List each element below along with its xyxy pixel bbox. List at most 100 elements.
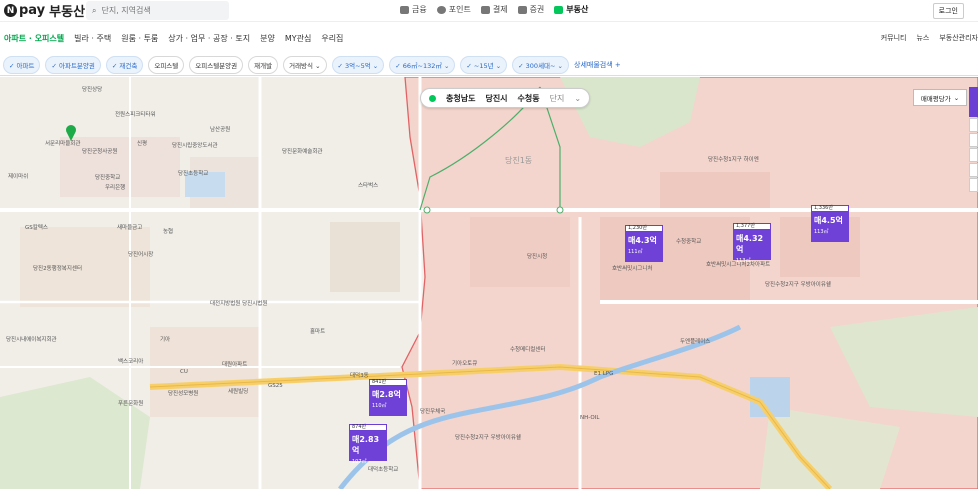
filter-officetel[interactable]: 오피스텔 xyxy=(148,56,185,74)
map-place-label: 당진성모병원 xyxy=(168,391,199,397)
login-button[interactable]: 로그인 xyxy=(932,3,964,19)
marker-count: 1,336만 xyxy=(811,205,849,212)
category-nav: 아파트 · 오피스텔 빌라 · 주택 원룸 · 투룸 상가 · 업무 · 공장 … xyxy=(0,27,978,49)
complex-price-marker[interactable]: 841만 매2.8억 110㎡ xyxy=(369,379,407,416)
search-box[interactable]: ⌕ xyxy=(86,1,229,20)
folder-icon xyxy=(400,5,409,14)
map-place-label: 전원스피크티타워 xyxy=(115,112,156,118)
map-place-label: 수청중학교 xyxy=(676,239,702,245)
province-select[interactable]: 충청남도 xyxy=(446,93,475,104)
dong-select[interactable]: 수청동 xyxy=(518,93,540,104)
map-place-label: 홀마트 xyxy=(310,329,326,335)
location-pin-icon xyxy=(429,94,436,102)
point-icon xyxy=(436,5,446,14)
service-label: 금융 xyxy=(412,5,427,14)
service-point[interactable]: 포인트 xyxy=(436,4,471,15)
tab-my-home[interactable]: 우리집 xyxy=(321,33,343,44)
map-place-label: 우리은행 xyxy=(105,185,126,191)
news-link[interactable]: 뉴스 xyxy=(916,33,929,43)
filter-age[interactable]: ~15년 xyxy=(460,56,508,74)
map-place-label: 당진시내에이복지회관 xyxy=(6,337,57,343)
house-icon xyxy=(554,5,564,14)
tab-presale[interactable]: 분양 xyxy=(260,33,275,44)
service-label: 부동산 xyxy=(566,5,589,14)
tab-my-interest[interactable]: MY관심 xyxy=(285,33,312,44)
naver-logo-icon: N xyxy=(4,4,17,17)
dong-label: 당진1동 xyxy=(505,156,533,165)
complex-select[interactable]: 단지 xyxy=(550,93,565,104)
marker-area: 107㎡ xyxy=(352,459,367,465)
map-tool-button[interactable] xyxy=(969,178,978,192)
marker-count: 1,230만 xyxy=(625,225,663,232)
map-place-label: GS25 xyxy=(268,383,283,389)
filter-households[interactable]: 300세대~ xyxy=(512,56,569,74)
filter-apartment-presale[interactable]: 아파트분양권 xyxy=(45,56,101,74)
map-tool-button[interactable] xyxy=(969,163,978,177)
chevron-down-icon: ⌄ xyxy=(953,93,960,102)
search-icon: ⌕ xyxy=(92,5,97,15)
map-place-label: 당진군청사공원 xyxy=(82,149,118,155)
price-type-select[interactable]: 매매평당가 ⌄ xyxy=(913,89,967,106)
detail-search-link[interactable]: 상세매물검색 + xyxy=(574,60,621,70)
map-place-label: 당진어시장 xyxy=(128,252,154,258)
map-place-label: 푸른문화원 xyxy=(118,401,144,407)
tab-apartment[interactable]: 아파트 · 오피스텔 xyxy=(4,33,64,44)
map-place-label: 세원빌딩 xyxy=(228,389,249,395)
service-stock[interactable]: 증권 xyxy=(517,4,545,15)
map-place-label: 제이마쉬 xyxy=(8,174,29,180)
filter-redevelopment[interactable]: 재개발 xyxy=(248,56,279,74)
map-tool-button[interactable] xyxy=(969,118,978,132)
service-realestate[interactable]: 부동산 xyxy=(554,4,588,15)
service-label: 증권 xyxy=(529,5,545,14)
map-canvas[interactable]: 당진1동 당진상당 전원스피크티타워 남산공원 서문리마을회관 당진군청사공원 … xyxy=(0,77,978,489)
map-place-label: 당진2동행정복지센터 xyxy=(33,266,83,272)
complex-price-marker[interactable]: 1,336만 매4.5억 113㎡ xyxy=(811,205,849,242)
map-place-label: 대덕3동 xyxy=(350,373,369,379)
service-payment[interactable]: 결제 xyxy=(480,4,508,15)
filter-area[interactable]: 66㎡~132㎡ xyxy=(389,56,456,74)
naver-pay-logo[interactable]: N pay 부동산 xyxy=(4,1,85,20)
filter-price[interactable]: 3억~5억 xyxy=(331,56,385,74)
map-tool-active[interactable] xyxy=(969,87,978,117)
marker-price: 매4.5억 xyxy=(814,216,843,225)
map-place-label: 당진수청1지구 하이엔 xyxy=(708,157,759,163)
map-place-label: E1 LPG xyxy=(594,371,614,377)
chart-icon xyxy=(517,5,527,14)
filter-officetel-presale[interactable]: 오피스텔분양권 xyxy=(189,56,244,74)
map-place-label: 호반써밋시그니처 xyxy=(612,266,653,272)
complex-price-marker[interactable]: 874만 매2.83억 107㎡ xyxy=(349,424,387,465)
tab-commercial[interactable]: 상가 · 업무 · 공장 · 토지 xyxy=(168,33,250,44)
filter-apartment[interactable]: 아파트 xyxy=(3,56,41,74)
map-tool-button[interactable] xyxy=(969,133,978,147)
map-place-label: 새마을금고 xyxy=(117,225,143,231)
map-place-label: 서문리마을회관 xyxy=(45,141,81,147)
marker-count: 841만 xyxy=(369,379,407,386)
marker-price: 매2.8억 xyxy=(372,390,401,399)
complex-price-marker[interactable]: 1,230만 매4.3억 111㎡ xyxy=(625,225,663,262)
filter-trade-type[interactable]: 거래방식 xyxy=(283,56,327,74)
map-place-label: 대원아파트 xyxy=(222,362,248,368)
filter-reconstruction[interactable]: 재건축 xyxy=(105,56,144,74)
nav-right-links: 커뮤니티 뉴스 부동산관리자 xyxy=(881,33,978,43)
map-tool-button[interactable] xyxy=(969,148,978,162)
map-place-label: 신평 xyxy=(137,141,148,147)
service-finance[interactable]: 금융 xyxy=(400,4,427,15)
marker-price: 매2.83억 xyxy=(352,435,380,455)
city-select[interactable]: 당진시 xyxy=(485,93,507,104)
location-selector[interactable]: 충청남도 당진시 수청동 단지 ⌄ xyxy=(420,88,591,108)
map-place-label: GS칼텍스 xyxy=(25,225,48,231)
map-place-label: 당진수청2지구 우방아이유쉘 xyxy=(765,282,831,288)
tab-oneroom[interactable]: 원룸 · 투룸 xyxy=(121,33,158,44)
realtor-link[interactable]: 부동산관리자 xyxy=(939,33,978,43)
community-link[interactable]: 커뮤니티 xyxy=(881,33,907,43)
service-name: 부동산 xyxy=(49,5,86,20)
filter-bar: 아파트 아파트분양권 재건축 오피스텔 오피스텔분양권 재개발 거래방식 3억~… xyxy=(0,55,978,76)
search-input[interactable] xyxy=(101,6,222,15)
pay-wordmark: pay xyxy=(19,3,46,18)
map-place-label: 당진우체국 xyxy=(420,409,446,415)
map-place-label: 당진시립중앙도서관 xyxy=(172,143,218,149)
chevron-down-icon: ⌄ xyxy=(574,93,582,103)
map-place-label: 당진상당 xyxy=(82,87,103,93)
tab-villa[interactable]: 빌라 · 주택 xyxy=(74,33,111,44)
complex-price-marker[interactable]: 1,377만 매4.32억 113㎡ xyxy=(733,223,771,264)
